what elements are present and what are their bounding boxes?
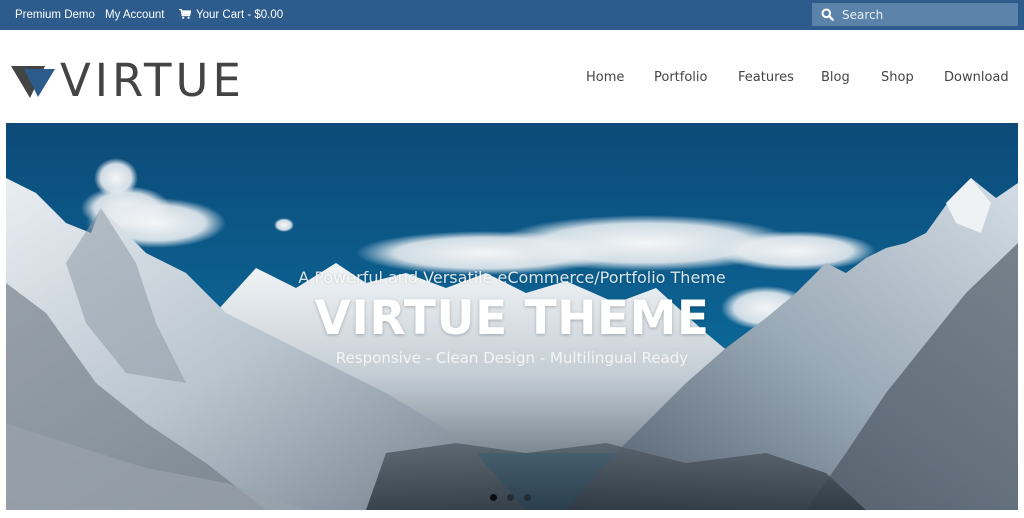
slider-dot-2[interactable] bbox=[507, 494, 514, 501]
my-account-link[interactable]: My Account bbox=[105, 0, 164, 30]
hero-slider[interactable]: A Powerful and Versatile eCommerce/Portf… bbox=[6, 123, 1018, 510]
search-icon bbox=[821, 8, 834, 21]
slider-dot-1[interactable] bbox=[490, 494, 497, 501]
search-box[interactable] bbox=[812, 3, 1018, 26]
hero-title: VIRTUE THEME bbox=[314, 291, 710, 346]
hero-subtitle: A Powerful and Versatile eCommerce/Portf… bbox=[298, 268, 726, 287]
nav-download[interactable]: Download bbox=[944, 70, 1009, 85]
nav-shop[interactable]: Shop bbox=[881, 70, 914, 85]
cart-icon bbox=[179, 9, 191, 19]
slider-dot-3[interactable] bbox=[524, 494, 531, 501]
hero-caption: Responsive - Clean Design - Multilingual… bbox=[335, 349, 689, 367]
logo-text: VIRTUE bbox=[60, 54, 245, 107]
cart-label: Your Cart - $0.00 bbox=[196, 9, 284, 21]
nav-portfolio[interactable]: Portfolio bbox=[654, 70, 707, 85]
nav-features[interactable]: Features bbox=[738, 70, 794, 85]
nav-home[interactable]: Home bbox=[586, 70, 624, 85]
triangle-logo-icon bbox=[11, 66, 55, 98]
premium-demo-link[interactable]: Premium Demo bbox=[15, 0, 95, 30]
nav-blog[interactable]: Blog bbox=[821, 70, 850, 85]
search-input[interactable] bbox=[838, 3, 1016, 26]
site-logo[interactable]: VIRTUE bbox=[11, 56, 246, 106]
cart-link[interactable]: Your Cart - $0.00 bbox=[179, 0, 283, 30]
top-bar: Premium Demo My Account Your Cart - $0.0… bbox=[0, 0, 1024, 30]
